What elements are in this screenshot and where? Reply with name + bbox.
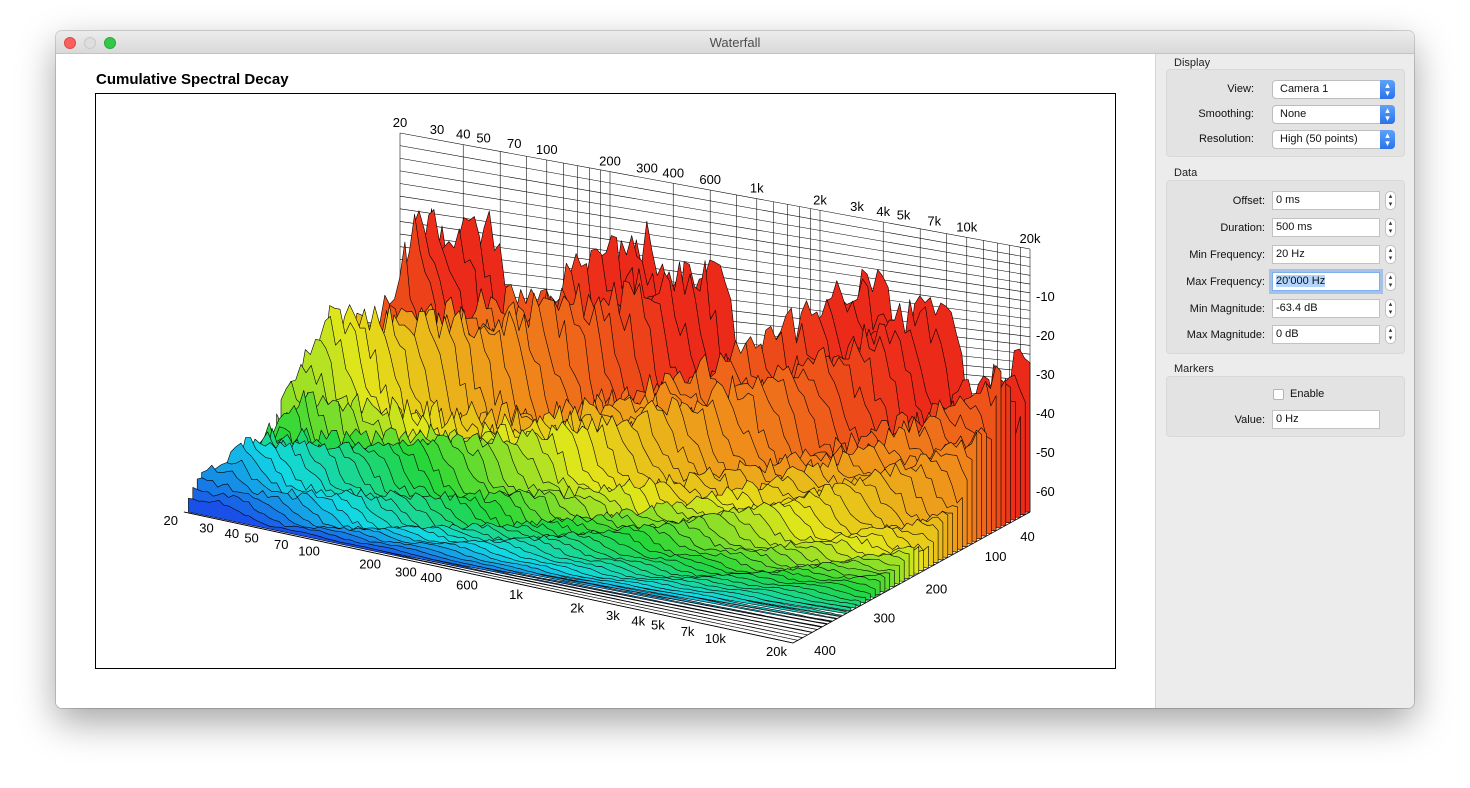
marker-value-field[interactable]: 0 Hz (1272, 410, 1380, 429)
display-group-title: Display (1174, 57, 1211, 69)
min-frequency-field[interactable]: 20 Hz (1272, 245, 1380, 264)
bottom-frequency-tick-label: 50 (244, 530, 258, 545)
top-frequency-tick-label: 30 (430, 122, 444, 137)
top-frequency-tick-label: 100 (536, 142, 558, 157)
top-frequency-tick-label: 2k (813, 192, 827, 207)
time-tick-label: 100 (985, 549, 1007, 564)
duration-label: Duration: (1220, 222, 1265, 234)
bottom-frequency-tick-label: 4k (631, 613, 645, 628)
markers-group-title: Markers (1174, 363, 1214, 375)
bottom-frequency-tick-label: 3k (606, 608, 620, 623)
bottom-frequency-tick-label: 40 (225, 526, 239, 541)
min-magnitude-field[interactable]: -63.4 dB (1272, 299, 1380, 318)
bottom-frequency-tick-label: 600 (456, 578, 478, 593)
top-frequency-tick-label: 10k (956, 219, 977, 234)
top-frequency-tick-label: 600 (699, 172, 721, 187)
magnitude-tick-label: -60 (1036, 484, 1055, 499)
magnitude-tick-label: -50 (1036, 445, 1055, 460)
popup-chevron-icon: ▴ ▾ (1380, 80, 1395, 99)
view-popup[interactable]: Camera 1 ▴ ▾ (1272, 80, 1395, 99)
time-tick-label: 200 (926, 582, 948, 597)
time-tick-label: 300 (873, 610, 895, 625)
settings-sidebar: Display View: Camera 1 ▴ ▾ Smoothing: Non… (1155, 54, 1414, 708)
enable-markers-checkbox[interactable] (1273, 389, 1284, 400)
popup-chevron-icon: ▴ ▾ (1380, 130, 1395, 149)
window-title: Waterfall (709, 35, 761, 50)
smoothing-popup[interactable]: None ▴ ▾ (1272, 105, 1395, 124)
smoothing-label: Smoothing: (1198, 108, 1254, 120)
top-frequency-tick-label: 200 (599, 154, 621, 169)
top-frequency-tick-label: 50 (476, 130, 490, 145)
top-frequency-tick-label: 1k (750, 181, 764, 196)
top-frequency-tick-label: 20k (1020, 231, 1041, 246)
bottom-frequency-tick-label: 10k (705, 631, 726, 646)
bottom-frequency-tick-label: 20k (766, 644, 787, 659)
top-frequency-tick-label: 40 (456, 127, 470, 142)
smoothing-value: None (1280, 108, 1307, 120)
view-value: Camera 1 (1280, 83, 1329, 95)
enable-markers-label: Enable (1290, 388, 1325, 400)
resolution-value: High (50 points) (1280, 133, 1358, 145)
chart-title: Cumulative Spectral Decay (96, 71, 289, 88)
view-label: View: (1227, 83, 1254, 95)
time-tick-label: 40 (1020, 529, 1034, 544)
top-frequency-tick-label: 7k (927, 213, 941, 228)
duration-stepper[interactable]: ▴ ▾ (1385, 218, 1396, 237)
max-magnitude-stepper[interactable]: ▴ ▾ (1385, 325, 1396, 344)
bottom-frequency-tick-label: 100 (298, 544, 320, 559)
magnitude-tick-label: -10 (1036, 289, 1055, 304)
top-frequency-tick-label: 20 (393, 115, 407, 130)
bottom-frequency-tick-label: 1k (509, 587, 523, 602)
min-frequency-stepper[interactable]: ▴ ▾ (1385, 245, 1396, 264)
min-magnitude-label: Min Magnitude: (1189, 303, 1265, 315)
top-frequency-tick-label: 70 (507, 136, 521, 151)
resolution-label: Resolution: (1198, 133, 1254, 145)
bottom-frequency-tick-label: 5k (651, 618, 665, 633)
chart-area: Cumulative Spectral Decay 20 20 30 30 40 40 50… (56, 54, 1155, 708)
display-group: View: Camera 1 ▴ ▾ Smoothing: None ▴ ▾ Res… (1166, 69, 1405, 157)
plot-frame: 20 20 30 30 40 40 50 50 70 70 100 100 200 200 300 300 40… (95, 93, 1116, 669)
data-group: Offset: 0 ms ▴ ▾ Duration: 500 ms ▴ ▾ Min … (1166, 180, 1405, 354)
magnitude-tick-label: -20 (1036, 328, 1055, 343)
max-magnitude-label: Max Magnitude: (1186, 329, 1265, 341)
magnitude-tick-label: -40 (1036, 406, 1055, 421)
bottom-frequency-tick-label: 70 (274, 537, 288, 552)
top-frequency-tick-label: 5k (897, 208, 911, 223)
bottom-frequency-tick-label: 2k (570, 600, 584, 615)
back-wall-gridline (399, 145, 1031, 259)
max-magnitude-field[interactable]: 0 dB (1272, 325, 1380, 344)
offset-label: Offset: (1232, 195, 1265, 207)
max-frequency-label: Max Frequency: (1186, 276, 1265, 288)
bottom-frequency-tick-label: 20 (164, 513, 178, 528)
resolution-popup[interactable]: High (50 points) ▴ ▾ (1272, 130, 1395, 149)
waterfall-window: Waterfall Cumulative Spectral Decay 20 20… (56, 31, 1414, 708)
waterfall-plot[interactable]: 2020303040405050707010010020020030030040… (96, 94, 1115, 668)
max-frequency-value: 20'000 Hz (1276, 275, 1326, 287)
popup-chevron-icon: ▴ ▾ (1380, 105, 1395, 124)
offset-field[interactable]: 0 ms (1272, 191, 1380, 210)
magnitude-tick-label: -30 (1036, 367, 1055, 382)
data-group-title: Data (1174, 167, 1198, 179)
offset-stepper[interactable]: ▴ ▾ (1385, 191, 1396, 210)
min-frequency-label: Min Frequency: (1189, 249, 1265, 261)
bottom-frequency-tick-label: 200 (359, 557, 381, 572)
bottom-frequency-tick-label: 300 (395, 564, 417, 579)
top-frequency-tick-label: 3k (850, 199, 864, 214)
max-frequency-stepper[interactable]: ▴ ▾ (1385, 272, 1396, 291)
markers-group: Enable Value: 0 Hz (1166, 376, 1405, 437)
bottom-frequency-tick-label: 400 (420, 570, 442, 585)
title-bar[interactable]: Waterfall (56, 31, 1414, 54)
marker-value-label: Value: (1234, 414, 1265, 426)
top-frequency-tick-label: 4k (876, 204, 890, 219)
bottom-frequency-tick-label: 30 (199, 521, 213, 536)
max-frequency-field[interactable]: 20'000 Hz (1272, 272, 1380, 291)
duration-field[interactable]: 500 ms (1272, 218, 1380, 237)
top-frequency-tick-label: 300 (636, 160, 658, 175)
top-frequency-tick-label: 400 (662, 165, 684, 180)
min-magnitude-stepper[interactable]: ▴ ▾ (1385, 299, 1396, 318)
time-tick-label: 400 (814, 643, 836, 658)
bottom-frequency-tick-label: 7k (681, 624, 695, 639)
back-wall-gridline (399, 132, 1031, 250)
